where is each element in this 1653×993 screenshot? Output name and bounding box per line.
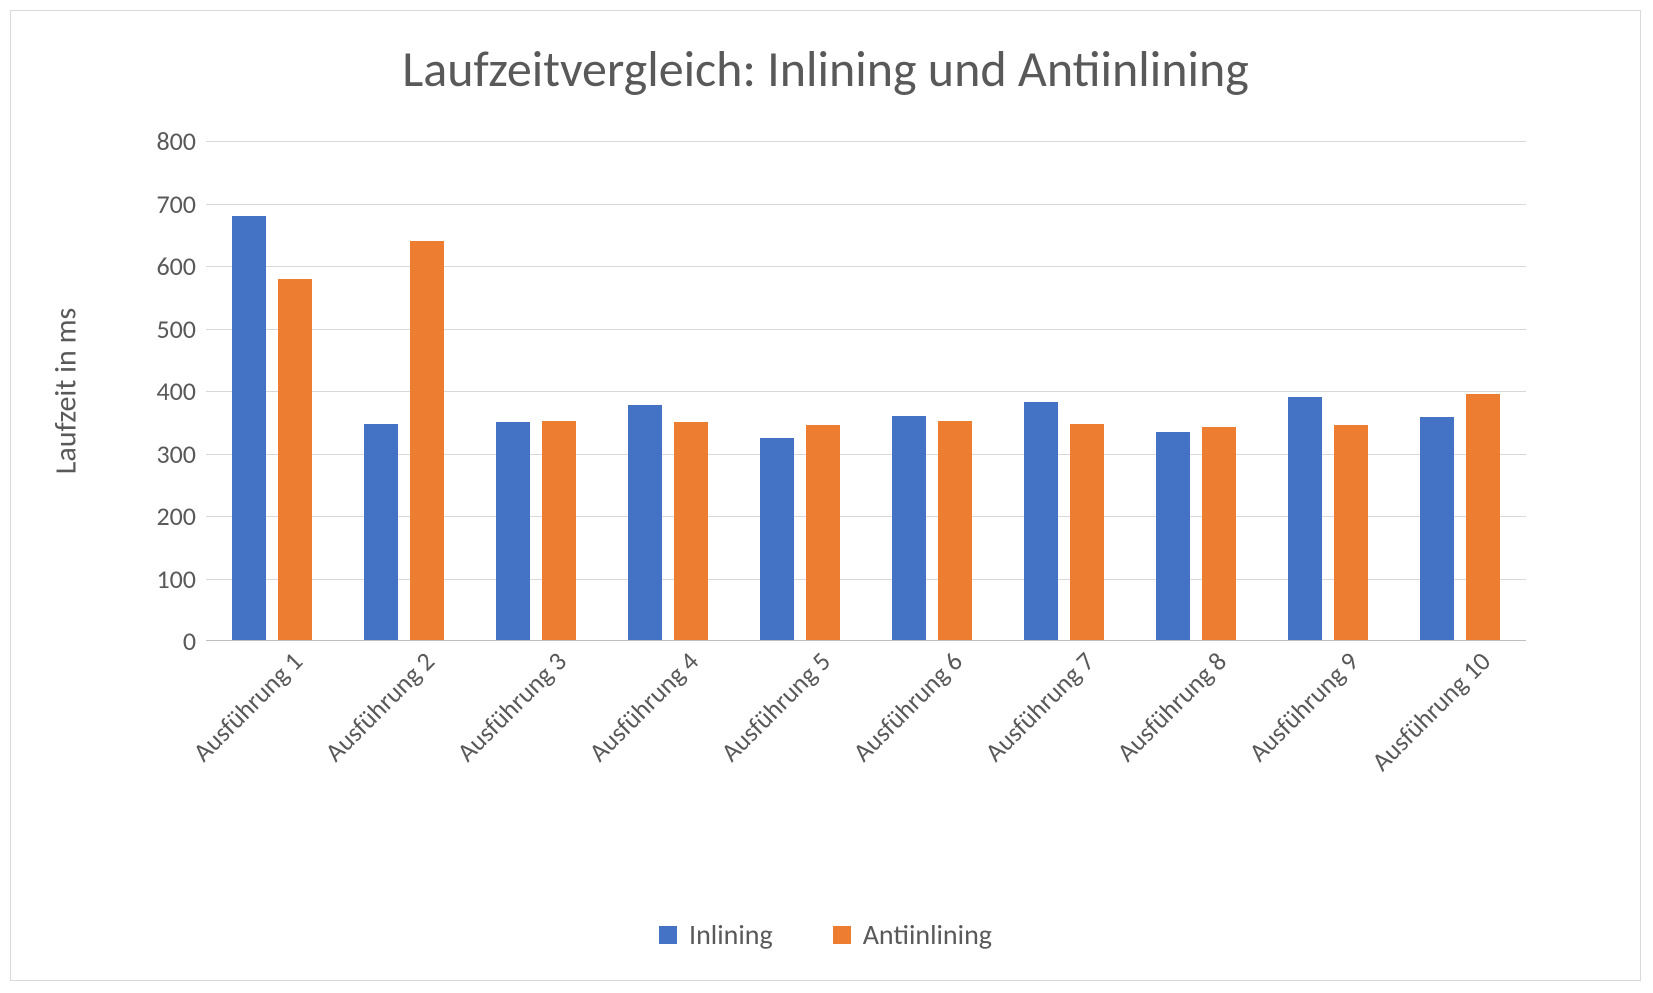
legend-item: Antiinlining <box>833 917 992 952</box>
bar-antiinlining <box>278 279 312 642</box>
legend-item: Inlining <box>659 917 773 952</box>
y-tick-label: 0 <box>126 625 196 657</box>
legend-label: Inlining <box>689 917 773 952</box>
bar-antiinlining <box>806 425 840 641</box>
y-tick-label: 100 <box>126 563 196 595</box>
y-tick-label: 200 <box>126 500 196 532</box>
bar-inlining <box>1156 432 1190 641</box>
bar-antiinlining <box>1202 427 1236 641</box>
bar-inlining <box>496 422 530 641</box>
legend-label: Antiinlining <box>863 917 992 952</box>
bar-antiinlining <box>410 241 444 641</box>
y-tick-label: 500 <box>126 313 196 345</box>
bar-inlining <box>628 405 662 641</box>
y-tick-label: 400 <box>126 375 196 407</box>
chart-title: Laufzeitvergleich: Inlining und Antiinli… <box>11 39 1640 100</box>
y-tick-label: 700 <box>126 188 196 220</box>
bar-antiinlining <box>1334 425 1368 641</box>
bar-antiinlining <box>1070 424 1104 642</box>
bar-antiinlining <box>542 421 576 641</box>
y-tick-label: 300 <box>126 438 196 470</box>
bar-inlining <box>1420 417 1454 641</box>
bar-inlining <box>1024 402 1058 641</box>
bar-inlining <box>760 438 794 641</box>
y-tick-label: 800 <box>126 125 196 157</box>
bars-layer <box>206 141 1526 641</box>
plot-area: 0100200300400500600700800 Ausführung 1Au… <box>206 141 1526 641</box>
bar-inlining <box>232 216 266 641</box>
y-tick-label: 600 <box>126 250 196 282</box>
chart-frame: Laufzeitvergleich: Inlining und Antiinli… <box>10 10 1641 981</box>
bar-inlining <box>1288 397 1322 641</box>
bar-inlining <box>364 424 398 642</box>
legend-swatch <box>833 926 851 944</box>
bar-antiinlining <box>1466 394 1500 641</box>
y-axis-title: Laufzeit in ms <box>48 308 85 475</box>
bar-inlining <box>892 416 926 641</box>
legend-swatch <box>659 926 677 944</box>
bar-antiinlining <box>674 422 708 641</box>
legend: Inlining Antiinlining <box>11 917 1640 953</box>
bar-antiinlining <box>938 421 972 641</box>
x-axis-line <box>206 640 1526 641</box>
